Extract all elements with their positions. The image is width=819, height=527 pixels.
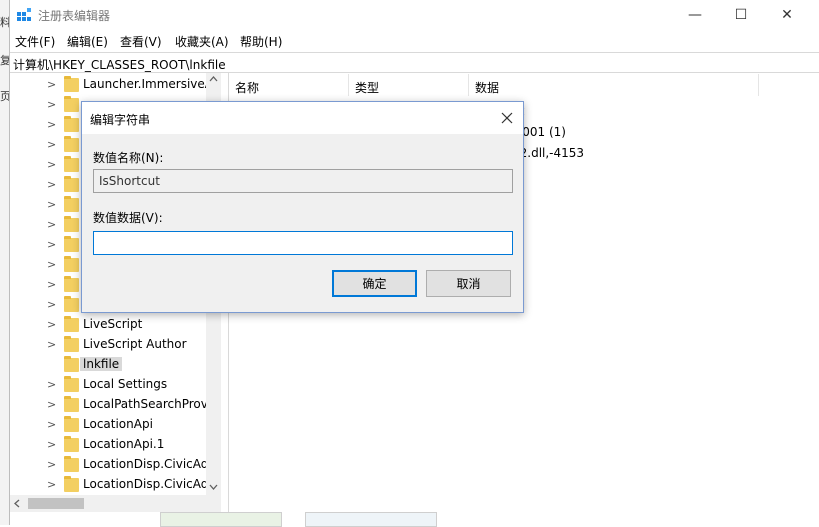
chevron-right-icon[interactable]: > <box>47 338 56 351</box>
tree-item[interactable]: > LocationDisp.CivicAdc <box>10 475 221 495</box>
edit-string-dialog: 编辑字符串 数值名称(N): IsShortcut 数值数据(V): 确定 取消 <box>81 101 524 313</box>
value-data-input[interactable] <box>93 231 513 255</box>
chevron-right-icon[interactable]: > <box>47 438 56 451</box>
value-name-field: IsShortcut <box>93 169 513 193</box>
ok-button[interactable]: 确定 <box>332 270 417 297</box>
scroll-left-icon[interactable] <box>14 499 20 508</box>
tree-item[interactable]: > LocalPathSearchProvi <box>10 395 221 415</box>
address-bar[interactable]: 计算机\HKEY_CLASSES_ROOT\lnkfile <box>10 52 819 73</box>
cancel-button[interactable]: 取消 <box>426 270 511 297</box>
column-header-type[interactable]: 类型 <box>349 74 469 96</box>
close-icon: ✕ <box>781 7 793 23</box>
tree-item-selected[interactable]: lnkfile <box>10 355 221 375</box>
folder-icon <box>64 116 79 132</box>
folder-icon <box>64 336 79 352</box>
close-button[interactable]: ✕ <box>764 0 810 30</box>
chevron-right-icon[interactable]: > <box>47 318 56 331</box>
folder-icon <box>64 356 79 372</box>
folder-icon <box>64 296 79 312</box>
chevron-right-icon[interactable]: > <box>47 478 56 491</box>
menu-help[interactable]: 帮助(H) <box>240 33 282 50</box>
regedit-app-icon <box>17 8 31 21</box>
window-title: 注册表编辑器 <box>38 9 111 23</box>
tree-item-label: LocationDisp.CivicAdc <box>83 457 215 471</box>
tree-item[interactable]: > LocationDisp.CivicAdc <box>10 455 221 475</box>
scroll-down-icon[interactable] <box>209 484 218 490</box>
folder-icon <box>64 436 79 452</box>
folder-icon <box>64 156 79 172</box>
menu-file[interactable]: 文件(F) <box>15 33 55 50</box>
tree-item[interactable]: > Launcher.ImmersiveA <box>10 75 221 95</box>
folder-icon <box>64 396 79 412</box>
tree-item-label: Local Settings <box>83 377 168 391</box>
chevron-right-icon[interactable]: > <box>47 138 56 151</box>
tree-item-label: lnkfile <box>80 357 123 371</box>
folder-icon <box>64 376 79 392</box>
folder-icon <box>64 276 79 292</box>
tree-item[interactable]: > Local Settings <box>10 375 221 395</box>
chevron-right-icon[interactable]: > <box>47 98 56 111</box>
chevron-right-icon[interactable]: > <box>47 278 56 291</box>
tree-item-label: Launcher.ImmersiveA <box>83 77 213 91</box>
tree-item-label: LiveScript Author <box>83 337 187 351</box>
tree-item-label: LiveScript <box>83 317 143 331</box>
dialog-title: 编辑字符串 <box>90 113 151 127</box>
tree-item-label: LocationApi <box>83 417 153 431</box>
chevron-right-icon[interactable]: > <box>47 198 56 211</box>
folder-icon <box>64 136 79 152</box>
tree-item-label: LocationApi.1 <box>83 437 165 451</box>
chevron-right-icon[interactable]: > <box>47 238 56 251</box>
value-name-label: 数值名称(N): <box>93 151 164 165</box>
folder-icon <box>64 76 79 92</box>
chevron-right-icon[interactable]: > <box>47 458 56 471</box>
tree-item[interactable]: > LiveScript Author <box>10 335 221 355</box>
tree-item-label: LocalPathSearchProvi <box>83 397 212 411</box>
tree-item-label: LocationDisp.CivicAdc <box>83 477 215 491</box>
folder-icon <box>64 216 79 232</box>
chevron-right-icon[interactable]: > <box>47 78 56 91</box>
chevron-right-icon[interactable]: > <box>47 118 56 131</box>
tree-item[interactable]: > LiveScript <box>10 315 221 335</box>
folder-icon <box>64 476 79 492</box>
chevron-right-icon[interactable]: > <box>47 298 56 311</box>
tree-item[interactable]: > LocationApi.1 <box>10 435 221 455</box>
minimize-button[interactable]: — <box>672 0 718 30</box>
chevron-right-icon[interactable]: > <box>47 258 56 271</box>
maximize-button[interactable]: ☐ <box>718 0 764 30</box>
close-icon <box>501 112 513 124</box>
menu-edit[interactable]: 编辑(E) <box>67 33 108 50</box>
folder-icon <box>64 236 79 252</box>
column-header-name[interactable]: 名称 <box>229 74 349 96</box>
folder-icon <box>64 456 79 472</box>
menu-favorites[interactable]: 收藏夹(A) <box>175 33 229 50</box>
tree-item[interactable]: > LocationApi <box>10 415 221 435</box>
chevron-right-icon[interactable]: > <box>47 178 56 191</box>
folder-icon <box>64 256 79 272</box>
minimize-icon: — <box>688 7 702 23</box>
menu-bar: 文件(F) 编辑(E) 查看(V) 收藏夹(A) 帮助(H) <box>10 30 819 52</box>
title-bar[interactable]: 注册表编辑器 — ☐ ✕ <box>10 0 819 30</box>
maximize-icon: ☐ <box>734 7 748 23</box>
dialog-title-bar[interactable]: 编辑字符串 <box>82 102 523 134</box>
chevron-right-icon[interactable]: > <box>47 218 56 231</box>
menu-view[interactable]: 查看(V) <box>120 33 162 50</box>
folder-icon <box>64 316 79 332</box>
chevron-right-icon[interactable]: > <box>47 418 56 431</box>
scroll-thumb[interactable] <box>28 498 84 509</box>
folder-icon <box>64 196 79 212</box>
dialog-close-button[interactable] <box>495 106 519 130</box>
chevron-right-icon[interactable]: > <box>47 158 56 171</box>
value-data-label: 数值数据(V): <box>93 211 163 225</box>
regedit-window: 注册表编辑器 — ☐ ✕ 文件(F) 编辑(E) 查看(V) 收藏夹(A) 帮助… <box>9 0 819 527</box>
address-path: 计算机\HKEY_CLASSES_ROOT\lnkfile <box>13 58 226 72</box>
scroll-up-icon[interactable] <box>209 76 218 82</box>
folder-icon <box>64 416 79 432</box>
background-window-strip: 料 复 页 <box>0 0 11 525</box>
tree-horizontal-scrollbar[interactable] <box>10 495 221 512</box>
chevron-right-icon[interactable]: > <box>47 378 56 391</box>
chevron-right-icon[interactable]: > <box>47 398 56 411</box>
column-header-data[interactable]: 数据 <box>469 74 759 96</box>
folder-icon <box>64 96 79 112</box>
folder-icon <box>64 176 79 192</box>
